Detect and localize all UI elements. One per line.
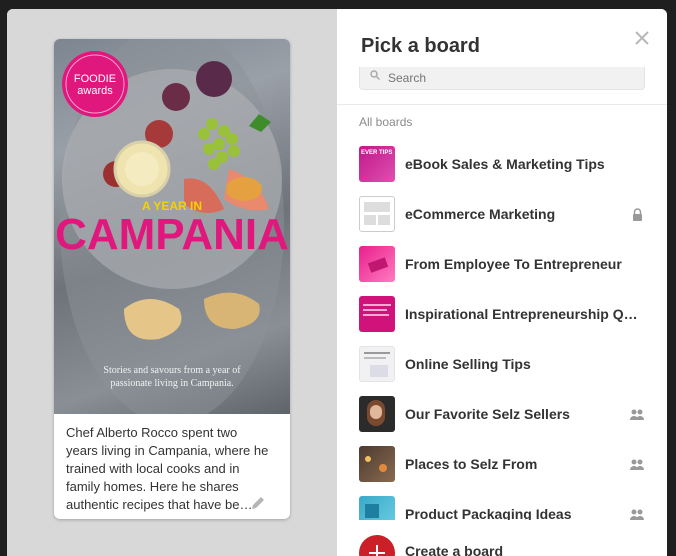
create-board-label: Create a board (405, 543, 504, 556)
board-name: eCommerce Marketing (405, 206, 556, 222)
board-thumbnail (359, 346, 395, 382)
pin-description: Chef Alberto Rocco spent two years livin… (66, 425, 269, 512)
dialog-title: Pick a board (361, 35, 480, 57)
board-name: Inspirational Entrepreneurship Q… (405, 306, 638, 322)
board-thumb-text: EVER TIPS (361, 150, 393, 156)
board-row[interactable]: Our Favorite Selz Sellers (337, 390, 667, 440)
board-thumbnail (359, 446, 395, 482)
board-thumbnail (359, 396, 395, 432)
board-search-field[interactable] (359, 67, 645, 90)
board-name: Online Selling Tips (405, 356, 531, 372)
board-thumbnail (359, 196, 395, 232)
badge-text-2: awards (77, 85, 113, 97)
divider (337, 104, 667, 105)
board-row[interactable]: Product Packaging Ideas (337, 490, 667, 520)
board-thumbnail: EVER TIPS (359, 146, 395, 182)
cover-subtitle: Stories and savours from a year of passi… (103, 365, 241, 389)
close-icon[interactable] (635, 31, 649, 45)
board-name: eBook Sales & Marketing Tips (405, 156, 605, 172)
group-icon (630, 409, 644, 420)
board-name: From Employee To Entrepreneur (405, 256, 622, 272)
board-name: Our Favorite Selz Sellers (405, 406, 570, 422)
badge-text-1: FOODIE (73, 73, 117, 85)
pin-card: FOODIE awards A YEAR IN CAMPANIA Stories… (54, 39, 290, 519)
plus-icon[interactable] (359, 535, 395, 556)
board-name: Product Packaging Ideas (405, 506, 572, 520)
pin-preview-pane: FOODIE awards A YEAR IN CAMPANIA Stories… (7, 9, 337, 556)
board-thumbnail (359, 246, 395, 282)
board-list[interactable]: EVER TIPS eBook Sales & Marketing Tips e… (337, 140, 667, 520)
board-row[interactable]: From Employee To Entrepreneur (337, 240, 667, 290)
board-search-input[interactable] (386, 67, 640, 89)
board-row[interactable]: Inspirational Entrepreneurship Q… (337, 290, 667, 340)
pin-image: FOODIE awards A YEAR IN CAMPANIA Stories… (54, 39, 290, 414)
board-row[interactable]: EVER TIPS eBook Sales & Marketing Tips (337, 140, 667, 190)
board-thumbnail (359, 296, 395, 332)
board-name: Places to Selz From (405, 456, 538, 472)
lock-icon (633, 208, 642, 221)
create-board-row[interactable]: Create a board (337, 527, 667, 556)
pencil-icon[interactable] (250, 495, 266, 511)
search-icon (370, 70, 380, 80)
cover-title: CAMPANIA (55, 210, 289, 259)
board-picker-pane: Pick a board All boards EVER TIPS eBook … (337, 9, 667, 556)
pin-dialog: FOODIE awards A YEAR IN CAMPANIA Stories… (7, 9, 667, 556)
group-icon (630, 459, 644, 470)
group-icon (630, 509, 644, 520)
section-label-all-boards: All boards (359, 115, 413, 129)
board-row[interactable]: Places to Selz From (337, 440, 667, 490)
board-row[interactable]: eCommerce Marketing (337, 190, 667, 240)
board-row[interactable]: Online Selling Tips (337, 340, 667, 390)
board-thumbnail (359, 496, 395, 520)
